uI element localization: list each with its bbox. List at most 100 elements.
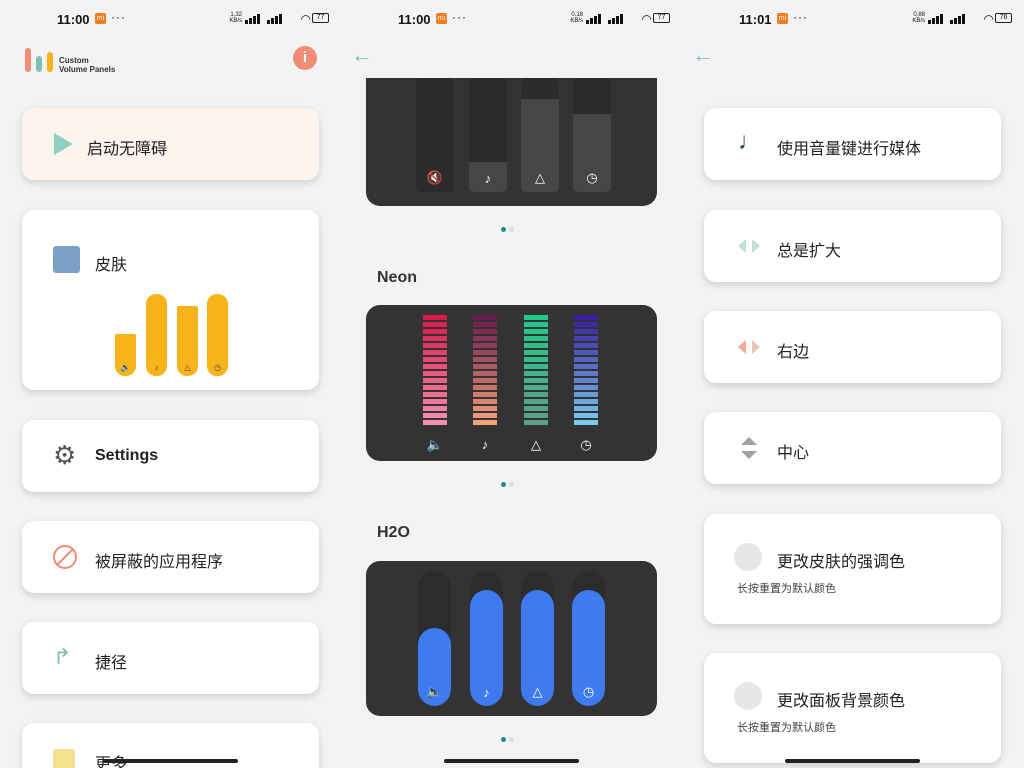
- neon-segment: [524, 406, 548, 411]
- neon-segment: [423, 378, 447, 383]
- alarm-icon: ◷: [586, 170, 598, 185]
- skin-icon: [53, 246, 80, 273]
- status-time: 11:00: [398, 12, 431, 27]
- media-keys-option[interactable]: ♩ 使用音量键进行媒体: [704, 108, 1001, 180]
- wifi-icon: ◠: [983, 12, 994, 26]
- always-expand-label: 总是扩大: [777, 243, 842, 260]
- neon-segment: [524, 378, 548, 383]
- status-bar: 11:01 mi ··· 0.88 KB/s ◠ 76: [682, 0, 1024, 38]
- mi-notification-icon: mi: [777, 13, 788, 24]
- neon-segment: [524, 315, 548, 320]
- neon-segment: [473, 350, 497, 355]
- center-label: 中心: [777, 445, 810, 462]
- expand-icon: [738, 239, 760, 253]
- neon-segment: [473, 385, 497, 390]
- alarm-icon: ◷: [214, 363, 221, 372]
- background-color-swatch: [734, 682, 762, 710]
- signal-icon: [928, 14, 946, 24]
- settings-label: Settings: [95, 447, 159, 464]
- neon-segment: [423, 385, 447, 390]
- home-indicator[interactable]: [785, 759, 920, 763]
- skin-preview-bar-media: 🔈: [115, 334, 136, 376]
- bell-icon: △: [531, 437, 541, 452]
- back-arrow-icon[interactable]: ←: [692, 42, 714, 68]
- home-indicator[interactable]: [103, 759, 238, 763]
- alarm-icon: ◷: [582, 684, 595, 699]
- accent-color-option[interactable]: 更改皮肤的强调色 长按重置为默认颜色: [704, 514, 1001, 624]
- neon-segment: [423, 315, 447, 320]
- neon-segment: [574, 350, 598, 355]
- blocked-apps-card[interactable]: 被屏蔽的应用程序: [22, 521, 319, 593]
- right-side-option[interactable]: 右边: [704, 311, 1001, 383]
- neon-segment: [473, 322, 497, 327]
- neon-segment: [423, 350, 447, 355]
- music-note-icon: ♩: [738, 128, 762, 155]
- neon-segment: [524, 322, 548, 327]
- signal-icon-2: [267, 14, 285, 24]
- battery-indicator: 76: [995, 13, 1012, 23]
- shortcut-icon: ↱: [53, 644, 72, 669]
- settings-card[interactable]: ⚙ Settings: [22, 420, 319, 492]
- background-color-option[interactable]: 更改面板背景颜色 长按重置为默认颜色: [704, 653, 1001, 763]
- more-notifications-icon: ···: [793, 10, 808, 24]
- app-logo: Custom Volume Panels: [25, 48, 125, 76]
- neon-segment: [524, 371, 548, 376]
- network-rate: 0.18 KB/s: [570, 12, 583, 24]
- theme-panel-h2o[interactable]: 🔈 ♪ △ ◷: [366, 561, 657, 716]
- neon-segment: [473, 364, 497, 369]
- skin-preview-bar-ring: △: [177, 306, 198, 376]
- neon-segment: [524, 357, 548, 362]
- neon-segment: [574, 392, 598, 397]
- neon-segment: [574, 315, 598, 320]
- signal-icon-2: [608, 14, 626, 24]
- neon-segment: [524, 392, 548, 397]
- shortcut-card[interactable]: ↱ 捷径: [22, 622, 319, 694]
- theme-panel-default[interactable]: 🔇 ♪ △ ◷: [366, 78, 657, 206]
- neon-segment: [473, 420, 497, 425]
- accent-color-swatch: [734, 543, 762, 571]
- neon-segment: [473, 413, 497, 418]
- neon-segment: [574, 322, 598, 327]
- neon-segment: [574, 329, 598, 334]
- network-rate: 0.88 KB/s: [912, 12, 925, 24]
- neon-bar-music: [473, 315, 497, 427]
- signal-icon-2: [950, 14, 968, 24]
- neon-segment: [423, 371, 447, 376]
- neon-segment: [574, 357, 598, 362]
- wifi-icon: ◠: [641, 12, 652, 26]
- screen-main-menu: 11:00 mi ··· 1.32 KB/s ◠ 77 Custom Volume…: [0, 0, 341, 768]
- more-notifications-icon: ···: [111, 10, 126, 24]
- start-accessibility-card[interactable]: 启动无障碍: [22, 108, 319, 180]
- background-color-label: 更改面板背景颜色: [777, 693, 906, 710]
- start-accessibility-label: 启动无障碍: [87, 141, 168, 158]
- screen-settings: 11:01 mi ··· 0.88 KB/s ◠ 76 ← ♩ 使用音量键进行媒…: [682, 0, 1024, 768]
- back-arrow-icon[interactable]: ←: [351, 42, 373, 68]
- h2o-slot-music: ♪: [470, 571, 503, 706]
- neon-segment: [473, 336, 497, 341]
- status-bar: 11:00 mi ··· 0.18 KB/s ◠ 77: [341, 0, 682, 38]
- skin-preview-bar-music: ♪: [146, 294, 167, 376]
- center-option[interactable]: 中心: [704, 412, 1001, 484]
- neon-bar-media: [423, 315, 447, 427]
- speaker-icon: 🔈: [426, 437, 444, 452]
- home-indicator[interactable]: [444, 759, 579, 763]
- speaker-icon: 🔈: [426, 684, 443, 699]
- neon-segment: [473, 315, 497, 320]
- slot-alarm: ◷: [573, 78, 611, 192]
- mi-notification-icon: mi: [95, 13, 106, 24]
- neon-segment: [524, 350, 548, 355]
- info-button[interactable]: i: [293, 46, 317, 70]
- h2o-slot-media: 🔈: [418, 571, 451, 706]
- speaker-icon: 🔈: [120, 363, 131, 372]
- always-expand-option[interactable]: 总是扩大: [704, 210, 1001, 282]
- status-time: 11:01: [739, 12, 772, 27]
- blocked-apps-label: 被屏蔽的应用程序: [95, 554, 224, 571]
- neon-segment: [473, 343, 497, 348]
- wifi-icon: ◠: [300, 12, 311, 26]
- neon-bar-alarm: [574, 315, 598, 427]
- bell-icon: △: [184, 363, 191, 372]
- skin-card[interactable]: 皮肤 🔈 ♪ △ ◷: [22, 210, 319, 390]
- skin-preview-bar-alarm: ◷: [207, 294, 228, 376]
- play-icon: [54, 133, 73, 155]
- theme-panel-neon[interactable]: 🔈 ♪ △ ◷: [366, 305, 657, 461]
